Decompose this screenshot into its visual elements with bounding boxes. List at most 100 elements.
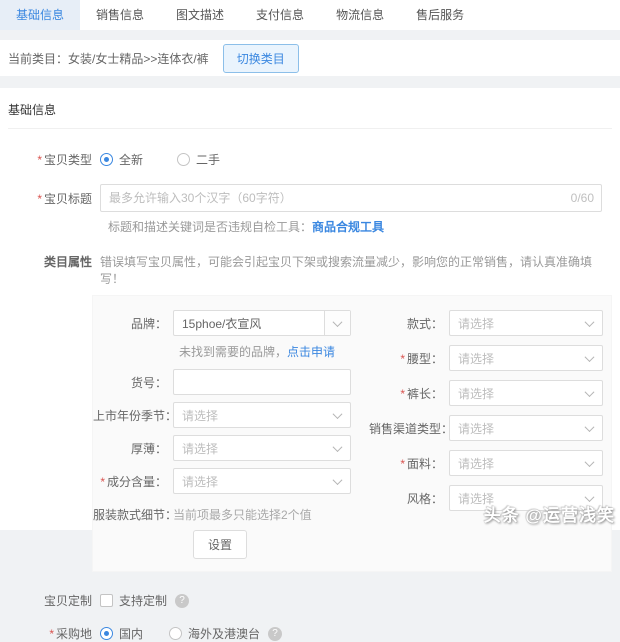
purchase-place-row: *采购地 国内 海外及港澳台 ? [8,625,612,642]
switch-category-button[interactable]: 切换类目 [223,44,299,73]
attr-column-left: 品牌： 15phoe/衣宣风 未找到需要的品牌，点击申请 货号： 上市年份季节：… [93,310,351,559]
style-row: 款式： 请选择 [369,310,603,336]
tab-description[interactable]: 图文描述 [160,0,240,30]
item-title-input-wrap: 0/60 [100,184,602,212]
brand-apply-link[interactable]: 点击申请 [287,345,335,359]
help-icon[interactable]: ? [175,594,189,608]
set-button[interactable]: 设置 [193,530,247,559]
item-type-row: *宝贝类型 全新 二手 [8,151,612,168]
item-type-label: *宝贝类型 [8,151,100,168]
purchase-place-label: *采购地 [8,625,100,642]
chevron-down-icon [576,346,602,370]
season-select[interactable]: 请选择 [173,402,351,428]
char-counter: 0/60 [571,191,594,205]
style-detail-note: 当前项最多只能选择2个值 [173,506,312,523]
customization-row: 宝贝定制 支持定制 ? [8,592,612,609]
article-number-row: 货号： [93,369,351,395]
fabric-row: *面料： 请选择 [369,450,603,476]
pants-length-select[interactable]: 请选择 [449,380,603,406]
chevron-down-icon [324,311,350,335]
waist-type-select[interactable]: 请选择 [449,345,603,371]
fabric-select-value: 请选择 [450,455,576,472]
pants-length-label: *裤长： [369,385,449,402]
tab-basic-info[interactable]: 基础信息 [0,0,80,30]
radio-used[interactable]: 二手 [177,151,220,168]
fashion-style-label: 风格： [369,490,449,507]
brand-label: 品牌： [93,315,173,332]
chevron-down-icon [576,451,602,475]
brand-select-value: 15phoe/衣宣风 [174,315,324,332]
fabric-label: *面料： [369,455,449,472]
radio-unselected-icon [177,153,190,166]
item-title-row: *宝贝标题 0/60 [8,184,612,212]
style-detail-button-row: 设置 [193,530,351,559]
required-mark: * [37,192,42,206]
brand-select[interactable]: 15phoe/衣宣风 [173,310,351,336]
required-mark: * [400,457,405,471]
sales-channel-label: 销售渠道类型： [369,420,449,437]
radio-overseas-label: 海外及港澳台 [188,625,260,642]
chevron-down-icon [576,311,602,335]
article-number-label: 货号： [93,374,173,391]
category-attr-warning: 错误填写宝贝属性，可能会引起宝贝下架或搜索流量减少，影响您的正常销售，请认真准确… [100,253,612,287]
tab-after-sales[interactable]: 售后服务 [400,0,480,30]
chevron-down-icon [324,469,350,493]
current-category-bar: 当前类目：女装/女士精品>>连体衣/裤 切换类目 [0,40,620,76]
chevron-down-icon [324,436,350,460]
article-number-input[interactable] [173,369,351,395]
composition-label: *成分含量： [93,473,173,490]
category-attr-label: 类目属性 [8,253,100,270]
waist-type-row: *腰型： 请选择 [369,345,603,371]
title-compliance-hint: 标题和描述关键词是否违规自检工具：商品合规工具 [108,218,612,235]
radio-unselected-icon [169,627,182,640]
sales-channel-row: 销售渠道类型： 请选择 [369,415,603,441]
season-label: 上市年份季节： [93,407,173,424]
item-title-input[interactable] [100,184,602,212]
radio-new-label: 全新 [119,151,143,168]
brand-apply-hint: 未找到需要的品牌，点击申请 [179,343,351,360]
pants-length-select-value: 请选择 [450,385,576,402]
customization-checkbox-label: 支持定制 [119,592,167,609]
help-icon[interactable]: ? [268,627,282,641]
thickness-row: 厚薄： 请选择 [93,435,351,461]
required-mark: * [37,153,42,167]
category-attr-row: 类目属性 错误填写宝贝属性，可能会引起宝贝下架或搜索流量减少，影响您的正常销售，… [8,253,612,287]
season-select-value: 请选择 [174,407,324,424]
hint-text: 标题和描述关键词是否违规自检工具： [108,220,312,234]
composition-row: *成分含量： 请选择 [93,468,351,494]
waist-type-select-value: 请选择 [450,350,576,367]
item-title-label: *宝贝标题 [8,190,100,207]
pants-length-row: *裤长： 请选择 [369,380,603,406]
basic-info-section: 基础信息 *宝贝类型 全新 二手 *宝贝标题 0/60 标题和描述关键词是否违规… [0,88,620,530]
chevron-down-icon [324,403,350,427]
thickness-select-value: 请选择 [174,440,324,457]
composition-select[interactable]: 请选择 [173,468,351,494]
required-mark: * [400,387,405,401]
radio-selected-icon [100,627,113,640]
tab-logistics-info[interactable]: 物流信息 [320,0,400,30]
composition-select-value: 请选择 [174,473,324,490]
brand-row: 品牌： 15phoe/衣宣风 [93,310,351,336]
attribute-panel: 品牌： 15phoe/衣宣风 未找到需要的品牌，点击申请 货号： 上市年份季节：… [92,295,612,572]
tab-payment-info[interactable]: 支付信息 [240,0,320,30]
style-detail-row: 服装款式细节： 当前项最多只能选择2个值 [93,506,351,523]
radio-new[interactable]: 全新 [100,151,143,168]
thickness-label: 厚薄： [93,440,173,457]
style-detail-label: 服装款式细节： [93,506,173,523]
waist-type-label: *腰型： [369,350,449,367]
radio-domestic[interactable]: 国内 [100,625,143,642]
breadcrumb: 当前类目：女装/女士精品>>连体衣/裤 [8,50,209,67]
sales-channel-select[interactable]: 请选择 [449,415,603,441]
style-select[interactable]: 请选择 [449,310,603,336]
radio-selected-icon [100,153,113,166]
sales-channel-select-value: 请选择 [450,420,576,437]
radio-overseas[interactable]: 海外及港澳台 [169,625,260,642]
fabric-select[interactable]: 请选择 [449,450,603,476]
required-mark: * [100,475,105,489]
tab-sales-info[interactable]: 销售信息 [80,0,160,30]
style-label: 款式： [369,315,449,332]
customization-checkbox[interactable] [100,594,113,607]
compliance-tool-link[interactable]: 商品合规工具 [312,220,384,234]
thickness-select[interactable]: 请选择 [173,435,351,461]
chevron-down-icon [576,381,602,405]
